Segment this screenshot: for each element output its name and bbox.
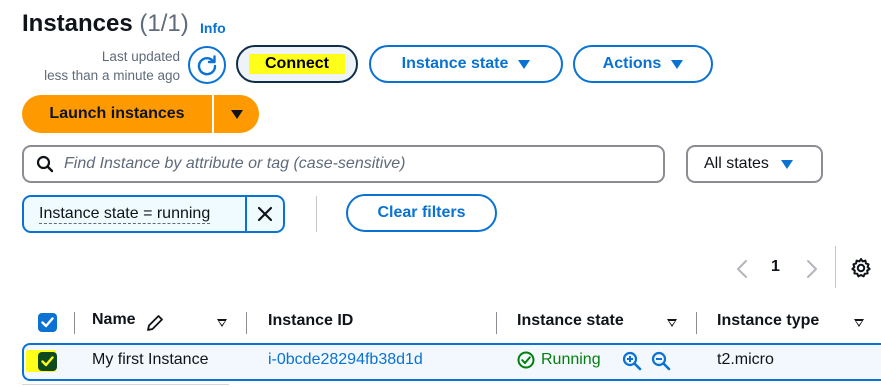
actions-dropdown[interactable]: Actions — [573, 45, 713, 83]
column-header-instance-type[interactable]: Instance type — [717, 312, 819, 330]
column-header-name-label: Name — [92, 311, 136, 328]
instance-type-value: t2.micro — [717, 351, 774, 368]
chevron-left-icon[interactable] — [735, 259, 749, 279]
column-separator — [696, 312, 697, 334]
caret-down-icon — [780, 159, 793, 169]
instance-count: (1/1) — [139, 10, 189, 37]
launch-instances-button[interactable]: Launch instances — [22, 95, 212, 133]
connect-button-label: Connect — [249, 54, 345, 74]
remove-filter-button[interactable] — [245, 197, 283, 231]
state-filter-value: All states — [704, 155, 769, 172]
last-updated-value: less than a minute ago — [44, 68, 180, 83]
last-updated-label: Last updated — [101, 49, 180, 64]
edit-icon — [147, 315, 163, 331]
page-title-text: Instances — [22, 10, 133, 37]
filter-token-label: Instance state = running — [39, 204, 211, 224]
column-header-name[interactable]: Name — [92, 311, 136, 329]
info-link[interactable]: Info — [200, 20, 226, 36]
instance-state-dropdown[interactable]: Instance state — [369, 45, 563, 83]
pagination-divider — [835, 246, 836, 288]
settings-icon[interactable] — [850, 257, 872, 279]
instance-state-value: Running — [541, 351, 601, 368]
close-icon — [257, 206, 273, 222]
instance-state-cell: Running — [517, 351, 601, 369]
zoom-out-icon[interactable] — [651, 351, 671, 371]
sort-icon[interactable] — [854, 319, 864, 327]
chevron-right-icon[interactable] — [805, 259, 819, 279]
filter-token-label-wrap[interactable]: Instance state = running — [24, 197, 245, 231]
status-ok-icon — [517, 351, 535, 369]
row-checkbox[interactable] — [38, 352, 57, 371]
select-all-checkbox[interactable] — [38, 313, 57, 332]
column-separator — [496, 312, 497, 334]
column-separator — [74, 312, 75, 334]
actions-label: Actions — [602, 55, 662, 72]
instance-id-link[interactable]: i-0bcde28294fb38d1d — [268, 351, 423, 369]
launch-instances-menu-button[interactable] — [214, 95, 259, 133]
sort-icon[interactable] — [217, 319, 227, 327]
search-input[interactable] — [64, 155, 644, 173]
clear-filters-button[interactable]: Clear filters — [346, 194, 497, 232]
caret-down-icon — [518, 59, 531, 69]
column-header-instance-id[interactable]: Instance ID — [268, 312, 353, 330]
refresh-icon — [197, 55, 217, 76]
caret-down-icon — [671, 59, 684, 69]
search-bar[interactable] — [22, 145, 665, 183]
caret-down-icon — [230, 109, 243, 119]
last-updated: Last updated less than a minute ago — [22, 47, 180, 85]
instance-name: My first Instance — [92, 351, 209, 368]
sort-icon[interactable] — [667, 319, 677, 327]
launch-instances-group: Launch instances — [22, 95, 259, 133]
instance-state-label: Instance state — [401, 55, 509, 72]
filter-token[interactable]: Instance state = running — [22, 195, 285, 233]
column-separator — [246, 312, 247, 334]
connect-button[interactable]: Connect — [236, 45, 358, 83]
check-icon — [41, 317, 54, 328]
table-bottom-border — [22, 384, 229, 385]
state-filter-select[interactable]: All states — [686, 145, 823, 183]
current-page[interactable]: 1 — [771, 258, 780, 276]
zoom-in-icon[interactable] — [622, 351, 642, 371]
page-title: Instances (1/1) — [22, 10, 189, 38]
check-icon — [41, 356, 54, 367]
filter-divider — [316, 196, 317, 232]
column-header-instance-state[interactable]: Instance state — [517, 312, 624, 330]
search-icon — [36, 155, 54, 173]
refresh-button[interactable] — [188, 46, 226, 84]
